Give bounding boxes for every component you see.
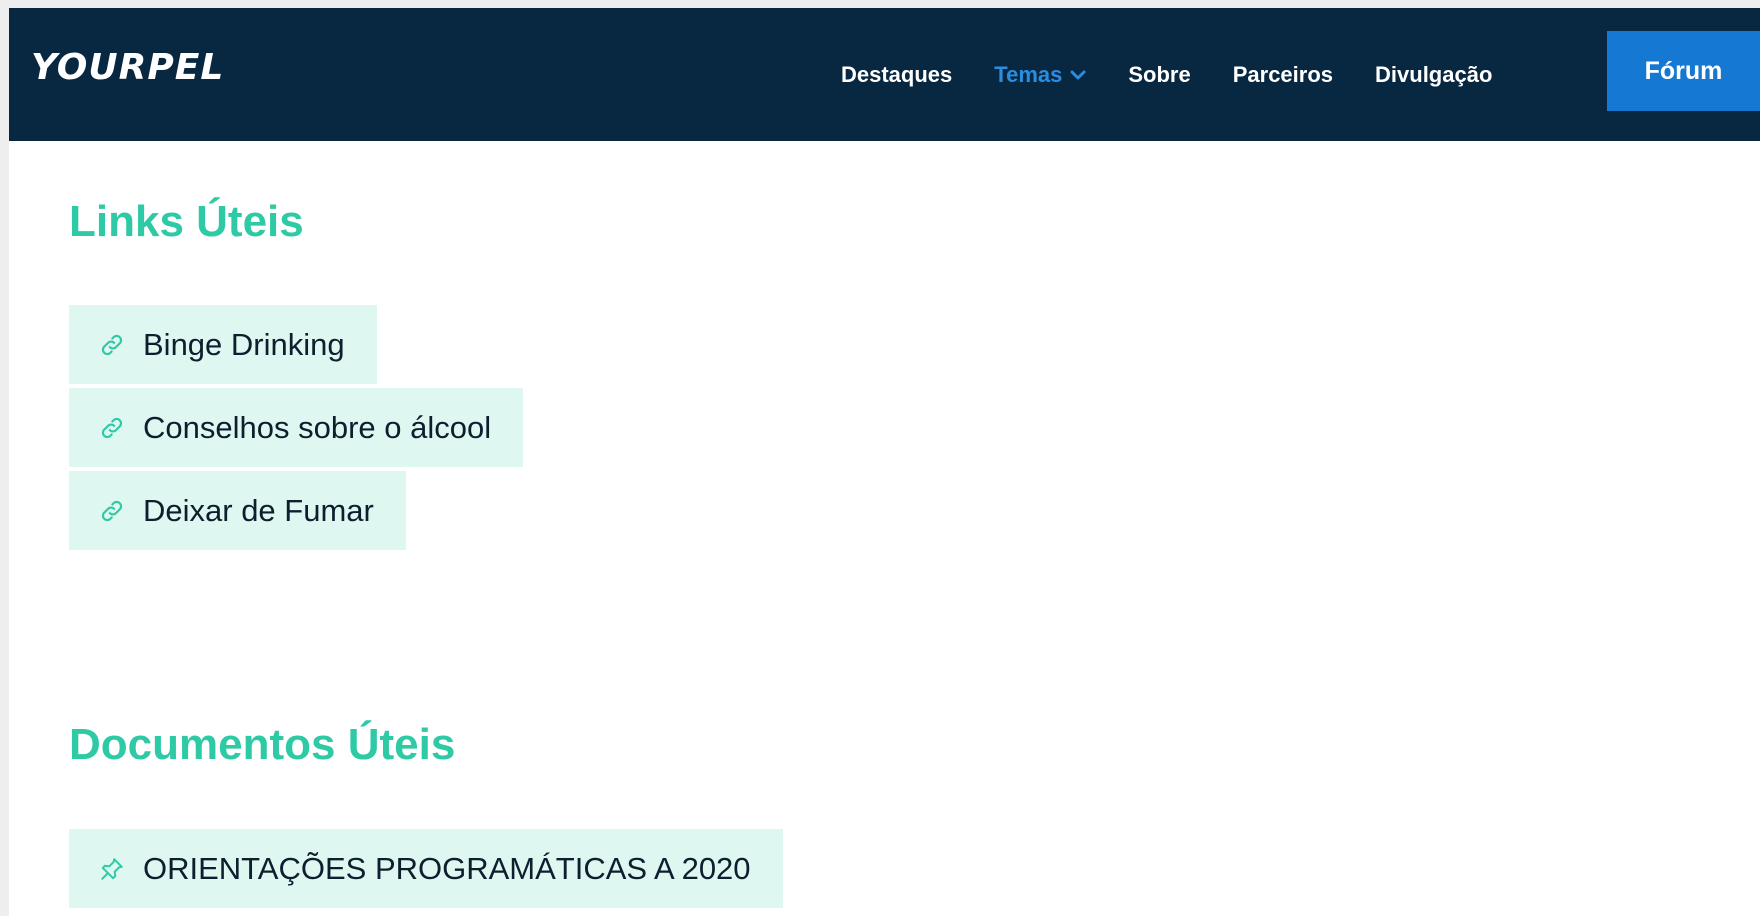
nav-temas-label: Temas [994,61,1063,87]
link-icon [101,334,123,355]
nav-sobre[interactable]: Sobre [1128,62,1190,88]
links-section-title: Links Úteis [69,197,304,246]
nav-divulgacao[interactable]: Divulgação [1375,62,1492,88]
pin-icon [101,857,123,880]
link-item-label: Binge Drinking [143,326,345,362]
page: YOURPEL Destaques Temas Sobre Parceiros … [9,8,1760,916]
link-item-deixar-fumar[interactable]: Deixar de Fumar [69,471,406,550]
forum-button[interactable]: Fórum [1607,31,1760,111]
site-logo[interactable]: YOURPEL [31,50,224,86]
links-list: Binge Drinking Conselhos sobre o álcool … [69,305,524,550]
nav-parceiros[interactable]: Parceiros [1233,62,1333,88]
link-item-binge-drinking[interactable]: Binge Drinking [69,305,377,384]
link-item-label: Deixar de Fumar [143,492,374,528]
link-item-conselhos-alcool[interactable]: Conselhos sobre o álcool [69,388,524,467]
documents-section-title: Documentos Úteis [69,720,456,769]
nav-destaques[interactable]: Destaques [841,62,952,88]
nav-temas[interactable]: Temas [994,62,1086,88]
link-icon [101,500,123,521]
link-icon [101,417,123,438]
main-nav: Destaques Temas Sobre Parceiros Divulgaç… [841,8,1492,141]
navbar: YOURPEL Destaques Temas Sobre Parceiros … [9,8,1760,141]
document-item-orientacoes[interactable]: ORIENTAÇÕES PROGRAMÁTICAS A 2020 [69,829,783,908]
document-item-label: ORIENTAÇÕES PROGRAMÁTICAS A 2020 [143,850,751,886]
documents-list: ORIENTAÇÕES PROGRAMÁTICAS A 2020 [69,829,783,908]
chevron-down-icon [1070,70,1086,79]
link-item-label: Conselhos sobre o álcool [143,409,492,445]
